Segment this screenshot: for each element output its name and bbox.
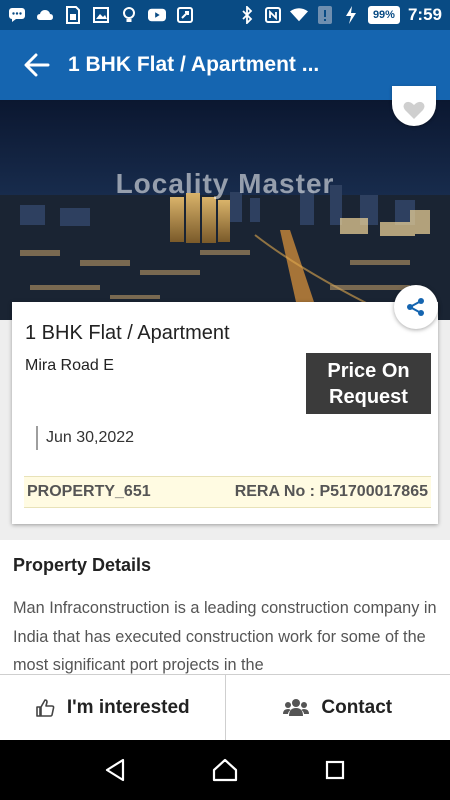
arrow-left-icon	[24, 53, 50, 77]
bluetooth-icon	[238, 6, 256, 24]
price-badge: Price On Request	[306, 353, 431, 414]
heart-icon	[403, 101, 425, 119]
app-bar: 1 BHK Flat / Apartment ...	[0, 30, 450, 100]
date-block: Jun 30,2022	[36, 426, 134, 450]
details-description: Man Infraconstruction is a leading const…	[13, 599, 437, 674]
square-recents-icon	[325, 760, 345, 780]
nfc-icon	[264, 6, 282, 24]
rera-number: RERA No : P51700017865	[234, 483, 428, 500]
clock: 7:59	[407, 5, 442, 24]
wifi-icon	[289, 6, 308, 24]
alert-icon	[316, 6, 334, 24]
action-bar: I'm interested Contact	[0, 674, 450, 740]
bulb-icon	[120, 6, 138, 24]
charging-icon	[342, 6, 360, 24]
home-icon	[212, 758, 238, 782]
price-line-2: Request	[329, 386, 408, 408]
property-locality: Mira Road E	[25, 357, 114, 374]
share-icon	[407, 298, 424, 316]
property-id: PROPERTY_651	[27, 483, 151, 500]
posted-date: Jun 30,2022	[46, 429, 135, 446]
youtube-icon	[148, 6, 166, 24]
property-card: 1 BHK Flat / Apartment Mira Road E Price…	[12, 302, 438, 524]
property-title: 1 BHK Flat / Apartment	[25, 322, 230, 344]
sim-icon	[64, 6, 82, 24]
share-button[interactable]	[394, 285, 438, 329]
image-icon	[92, 6, 110, 24]
triangle-back-icon	[105, 758, 125, 782]
nav-home-button[interactable]	[205, 750, 245, 790]
page-title: 1 BHK Flat / Apartment ...	[68, 53, 320, 76]
id-bar: PROPERTY_651 RERA No : P51700017865	[24, 476, 431, 508]
contact-label: Contact	[321, 696, 393, 718]
status-bar: 99% 7:59	[0, 0, 450, 30]
interested-button[interactable]: I'm interested	[0, 675, 225, 740]
interested-label: I'm interested	[66, 696, 190, 718]
chat-icon	[8, 6, 26, 24]
thumbs-up-icon	[36, 698, 55, 717]
contact-button[interactable]: Contact	[224, 675, 450, 740]
property-image[interactable]: Locality Master	[0, 100, 450, 320]
watermark-text: Locality Master	[115, 168, 335, 199]
price-line-1: Price On	[327, 360, 410, 382]
nav-back-button[interactable]	[95, 750, 135, 790]
cloud-icon	[36, 6, 54, 24]
nav-recents-button[interactable]	[315, 750, 355, 790]
back-button[interactable]	[22, 50, 52, 80]
details-heading: Property Details	[13, 555, 152, 575]
pad-icon	[176, 6, 194, 24]
system-nav-bar	[0, 740, 450, 800]
battery-level: 99%	[367, 6, 400, 24]
users-icon	[283, 698, 310, 716]
